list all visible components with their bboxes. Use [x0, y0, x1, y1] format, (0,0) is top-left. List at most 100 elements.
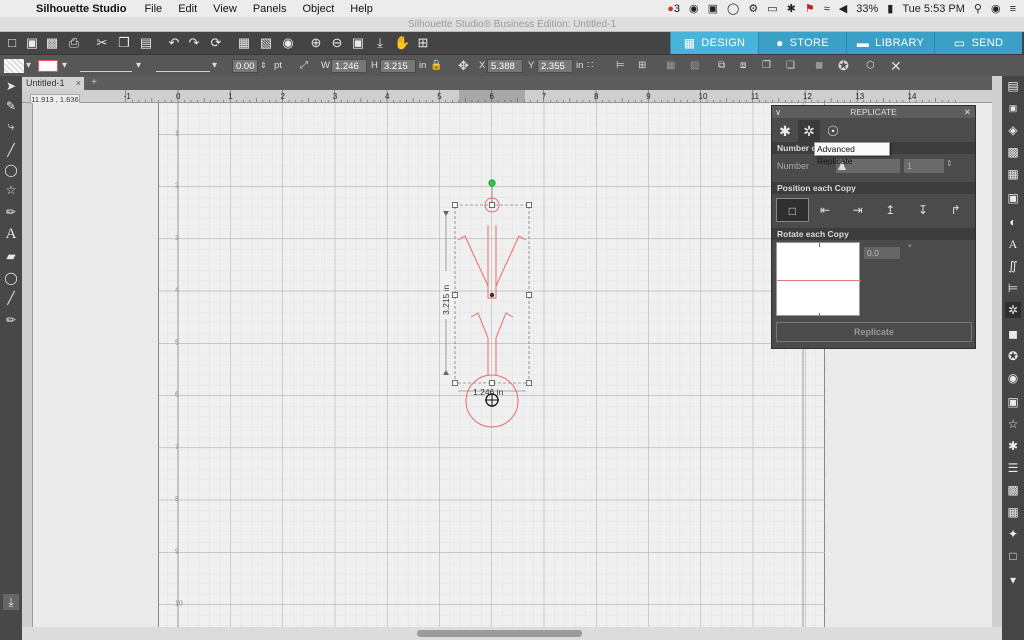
- paste-icon[interactable]: ▤: [138, 35, 154, 51]
- height-input[interactable]: 3.215: [380, 59, 416, 73]
- position-right-icon[interactable]: ⇥: [841, 198, 874, 222]
- rhinestone-icon[interactable]: ☆: [1005, 416, 1021, 432]
- 3d-box-icon[interactable]: ⬡: [866, 58, 875, 74]
- number-input[interactable]: 1: [904, 159, 944, 173]
- scroll-down-icon[interactable]: ▾: [1005, 572, 1021, 588]
- volume-icon[interactable]: ◀: [839, 2, 847, 15]
- compound-path-icon[interactable]: ⧉: [718, 58, 725, 74]
- menu-panels[interactable]: Panels: [253, 3, 287, 15]
- fill-swatch[interactable]: [4, 59, 24, 73]
- knife-icon[interactable]: ╱: [3, 290, 19, 306]
- add-tab-button[interactable]: +: [88, 77, 100, 89]
- import-panel-icon[interactable]: ⤓: [3, 594, 19, 610]
- select-arrow-icon[interactable]: ➤: [3, 78, 19, 94]
- close-panel-icon[interactable]: ✕: [964, 106, 971, 118]
- creative-cloud-icon[interactable]: ◯: [727, 2, 739, 15]
- deselect-icon[interactable]: ▧: [258, 35, 274, 51]
- print-icon[interactable]: ⎙: [66, 35, 82, 51]
- rotate-replicate-icon[interactable]: ☉: [822, 120, 844, 142]
- pixscan-icon[interactable]: ▣: [1005, 100, 1021, 116]
- line-style-select[interactable]: [80, 60, 132, 72]
- x-input[interactable]: 5.388: [487, 59, 523, 73]
- zoom-in-icon[interactable]: ⊕: [308, 35, 324, 51]
- tab-design[interactable]: ▦ DESIGN: [670, 32, 758, 54]
- line-style-icon[interactable]: ▣: [1005, 190, 1021, 206]
- eraser-icon[interactable]: ◯: [3, 270, 19, 286]
- offset-star-icon[interactable]: ✪: [838, 58, 849, 74]
- fill-pattern-icon[interactable]: ▦: [1005, 166, 1021, 182]
- horizontal-scroll-thumb[interactable]: [417, 630, 582, 637]
- tab-library[interactable]: ▬ LIBRARY: [846, 32, 934, 54]
- vertical-scrollbar[interactable]: [992, 76, 1002, 627]
- line-color-dropdown-icon[interactable]: ▾: [62, 58, 67, 74]
- star-shape-icon[interactable]: ☆: [3, 182, 19, 198]
- design-ideas-icon[interactable]: ✱: [1005, 438, 1021, 454]
- text-to-path-icon[interactable]: ∬: [1005, 258, 1021, 274]
- new-file-icon[interactable]: □: [4, 35, 20, 51]
- replicate-button[interactable]: Replicate: [776, 322, 972, 342]
- pan-hand-icon[interactable]: ✋: [394, 35, 410, 51]
- print-cut-icon[interactable]: □: [1005, 548, 1021, 564]
- fit-to-page-icon[interactable]: ⤓: [372, 35, 388, 51]
- horizontal-scrollbar[interactable]: [22, 627, 1002, 640]
- group-icon[interactable]: ▦: [666, 58, 675, 74]
- close-x-icon[interactable]: ✕: [890, 58, 902, 74]
- lock-aspect-icon[interactable]: 🔒: [430, 58, 442, 74]
- number-stepper[interactable]: ⇕: [946, 159, 953, 168]
- siri-icon[interactable]: ◉: [991, 2, 1001, 15]
- bluetooth-icon[interactable]: ✱: [787, 2, 796, 15]
- zoom-box-icon[interactable]: ▣: [350, 35, 366, 51]
- eraser-path-icon[interactable]: ⤷: [3, 118, 19, 134]
- line-join-select[interactable]: [156, 60, 210, 72]
- offset-icon[interactable]: ✪: [1005, 348, 1021, 364]
- ellipse-tool-icon[interactable]: ◯: [3, 162, 19, 178]
- y-input[interactable]: 2.355: [537, 59, 573, 73]
- line-tool-icon[interactable]: ╱: [3, 142, 19, 158]
- cut-icon[interactable]: ✂: [94, 35, 110, 51]
- line-weight-input[interactable]: 0.00: [232, 59, 258, 73]
- width-input[interactable]: 1.246: [331, 59, 367, 73]
- tab-store[interactable]: ● STORE: [758, 32, 846, 54]
- bring-forward-icon[interactable]: ❐: [762, 58, 771, 74]
- nesting-icon[interactable]: ✦: [1005, 526, 1021, 542]
- redo-icon[interactable]: ↷: [186, 35, 202, 51]
- line-join-dropdown-icon[interactable]: ▾: [212, 58, 217, 74]
- ungroup-icon[interactable]: ▧: [690, 58, 699, 74]
- align-panel-icon[interactable]: ⊨: [1005, 280, 1021, 296]
- pencil-tool-icon[interactable]: ✏: [3, 204, 19, 220]
- user-alert-icon[interactable]: ●3: [667, 3, 680, 15]
- advanced-replicate-icon[interactable]: ✲: [798, 120, 820, 142]
- align-icon[interactable]: ⊨: [616, 58, 625, 74]
- rotate-handle[interactable]: [488, 179, 496, 187]
- flag-icon[interactable]: ⚑: [805, 2, 815, 15]
- weld-icon[interactable]: ◼: [815, 58, 823, 74]
- picture-icon[interactable]: ▣: [708, 2, 718, 15]
- menu-help[interactable]: Help: [350, 3, 373, 15]
- position-above-icon[interactable]: ↥: [874, 198, 907, 222]
- page-setup-icon[interactable]: ▤: [1005, 78, 1021, 94]
- trace-icon[interactable]: ◉: [1005, 370, 1021, 386]
- center-page-icon[interactable]: ⊞: [638, 58, 646, 74]
- reference-point-icon[interactable]: ∷: [587, 58, 593, 74]
- replicate-panel-icon[interactable]: ✲: [1005, 302, 1021, 318]
- spotlight-icon[interactable]: ⚲: [974, 2, 982, 15]
- undo-icon[interactable]: ↶: [166, 35, 182, 51]
- redraw-icon[interactable]: ⟳: [208, 35, 224, 51]
- zoom-out-icon[interactable]: ⊖: [329, 35, 345, 51]
- clock[interactable]: Tue 5:53 PM: [902, 3, 965, 15]
- library-panel-icon[interactable]: ▦: [1005, 504, 1021, 520]
- menu-object[interactable]: Object: [302, 3, 334, 15]
- release-compound-icon[interactable]: ⧈: [740, 58, 746, 74]
- battery-percent[interactable]: 33%: [856, 3, 878, 15]
- fill-color-icon[interactable]: ◈: [1005, 122, 1021, 138]
- fill-dropdown-icon[interactable]: ▾: [26, 58, 31, 74]
- notification-center-icon[interactable]: ≡: [1010, 3, 1016, 15]
- close-tab-icon[interactable]: ×: [76, 77, 81, 90]
- text-tool-icon[interactable]: A: [3, 226, 19, 242]
- line-color-swatch[interactable]: [38, 60, 58, 72]
- rotation-angle-input[interactable]: 0.0: [864, 247, 900, 259]
- fill-bucket-icon[interactable]: ▰: [3, 248, 19, 264]
- layers-icon[interactable]: ☰: [1005, 460, 1021, 476]
- menu-view[interactable]: View: [213, 3, 237, 15]
- sketch-icon[interactable]: ▩: [1005, 482, 1021, 498]
